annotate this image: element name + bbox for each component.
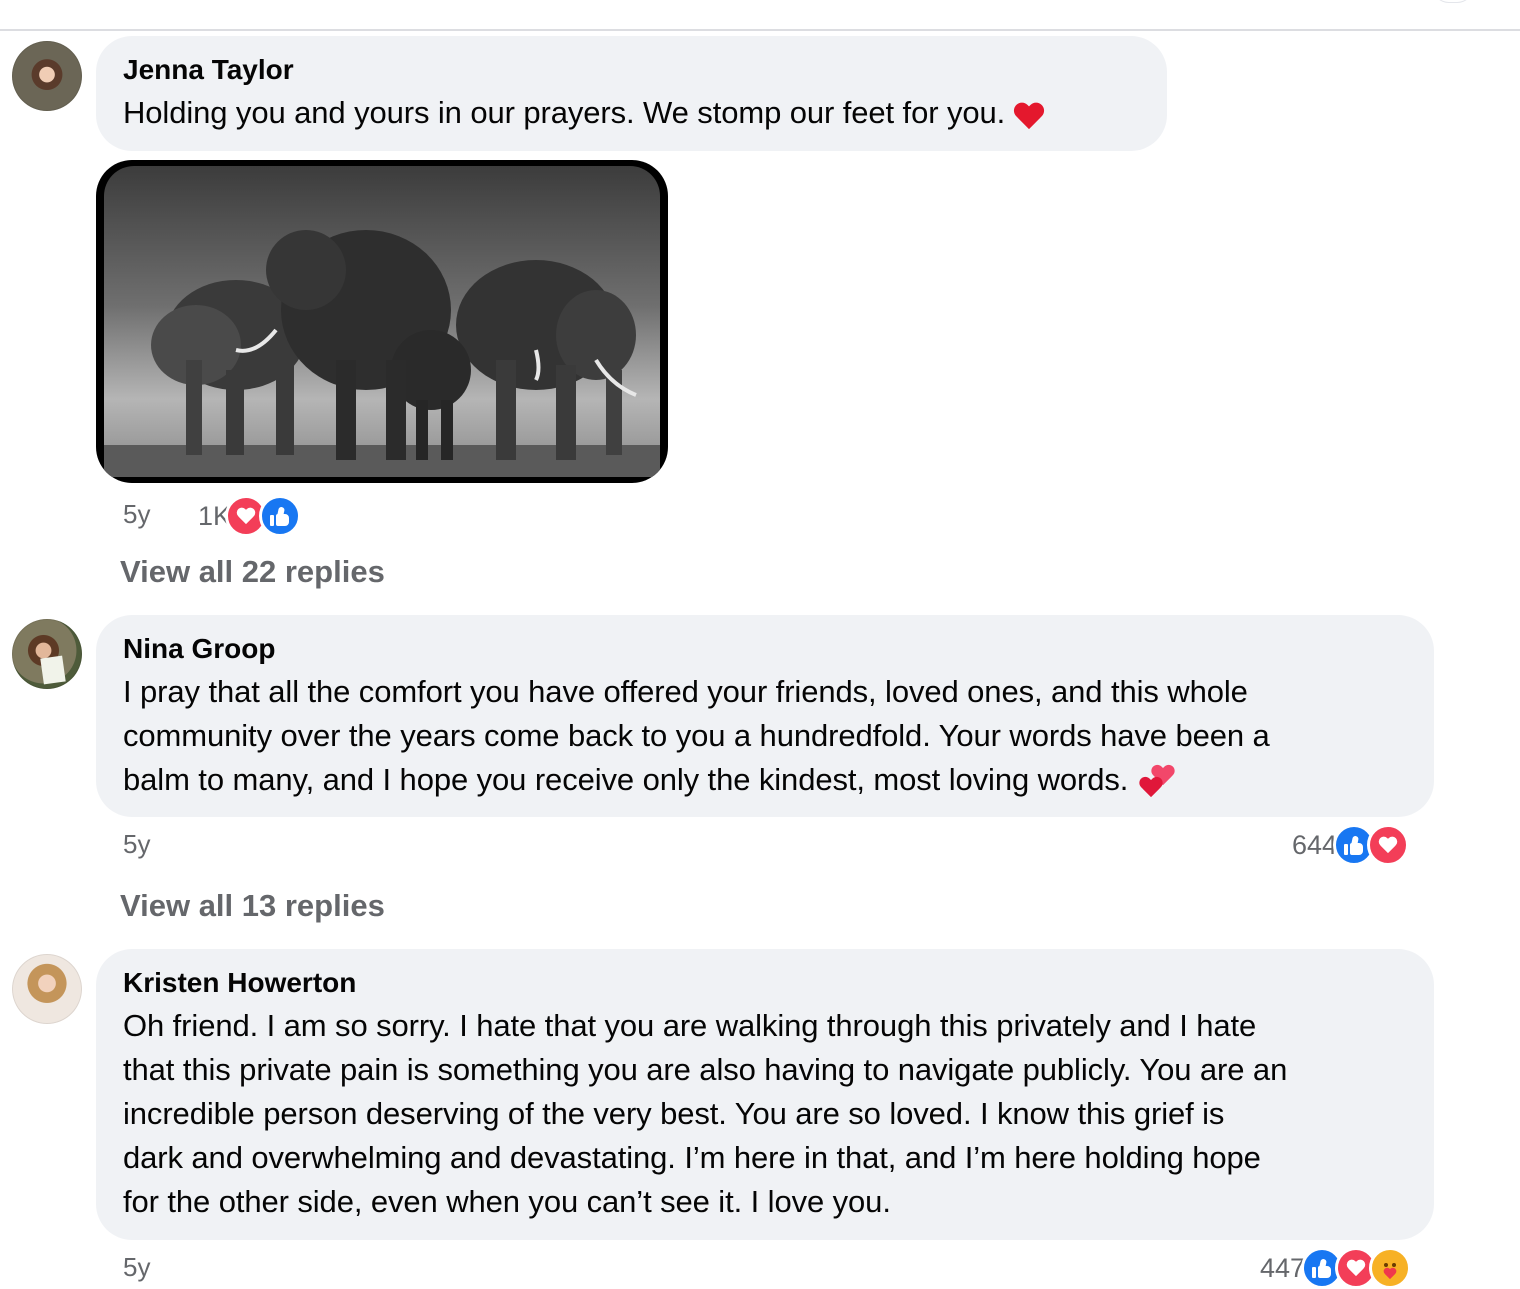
- reaction-summary[interactable]: 447: [1260, 1247, 1412, 1289]
- top-divider: [0, 29, 1520, 31]
- top-edge-element: [1432, 0, 1474, 3]
- comment-bubble: Jenna Taylor Holding you and yours in ou…: [96, 36, 1167, 151]
- avatar[interactable]: [12, 954, 82, 1024]
- comment-bubble: Kristen Howerton Oh friend. I am so sorr…: [96, 949, 1434, 1240]
- avatar[interactable]: [12, 619, 82, 689]
- reaction-summary[interactable]: 1K: [198, 495, 302, 537]
- comment-bubble: Nina Groop I pray that all the comfort y…: [96, 615, 1434, 817]
- reaction-summary[interactable]: 644: [1292, 824, 1410, 866]
- care-reaction-icon: [1369, 1247, 1412, 1289]
- love-reaction-icon: [1367, 824, 1410, 866]
- heart-emoji-icon: [1015, 101, 1043, 129]
- comment-text-line: Oh friend. I am so sorry. I hate that yo…: [123, 1008, 1257, 1043]
- comment-text-line: that this private pain is something you …: [123, 1052, 1288, 1087]
- comment-author[interactable]: Jenna Taylor: [123, 53, 1137, 87]
- comment-text-line: balm to many, and I hope you receive onl…: [123, 762, 1129, 797]
- two-hearts-emoji-icon: [1138, 764, 1178, 800]
- comment-timestamp[interactable]: 5y: [123, 499, 150, 530]
- comment-text: I pray that all the comfort you have off…: [123, 670, 1404, 802]
- view-replies-link[interactable]: View all 22 replies: [120, 554, 385, 590]
- comment-timestamp[interactable]: 5y: [123, 1252, 150, 1283]
- comment-text-line: Holding you and yours in our prayers. We…: [123, 95, 1006, 130]
- comment-text-line: community over the years come back to yo…: [123, 718, 1270, 753]
- comment-author[interactable]: Kristen Howerton: [123, 966, 1404, 1000]
- comment-author[interactable]: Nina Groop: [123, 632, 1404, 666]
- comment-text-line: incredible person deserving of the very …: [123, 1096, 1225, 1131]
- avatar[interactable]: [12, 41, 82, 111]
- comment-text-line: I pray that all the comfort you have off…: [123, 674, 1248, 709]
- comment-text: Holding you and yours in our prayers. We…: [123, 91, 1137, 135]
- elephant-herd-photo[interactable]: [96, 160, 668, 483]
- elephant-photo-image: [104, 166, 660, 477]
- reaction-count: 644: [1292, 829, 1338, 860]
- comment-text-line: dark and overwhelming and devastating. I…: [123, 1140, 1261, 1175]
- comment-text-line: for the other side, even when you can’t …: [123, 1184, 891, 1219]
- view-replies-link[interactable]: View all 13 replies: [120, 888, 385, 924]
- comment-timestamp[interactable]: 5y: [123, 829, 150, 860]
- comment-text: Oh friend. I am so sorry. I hate that yo…: [123, 1004, 1404, 1224]
- reaction-count: 447: [1260, 1252, 1306, 1283]
- like-reaction-icon: [259, 495, 302, 537]
